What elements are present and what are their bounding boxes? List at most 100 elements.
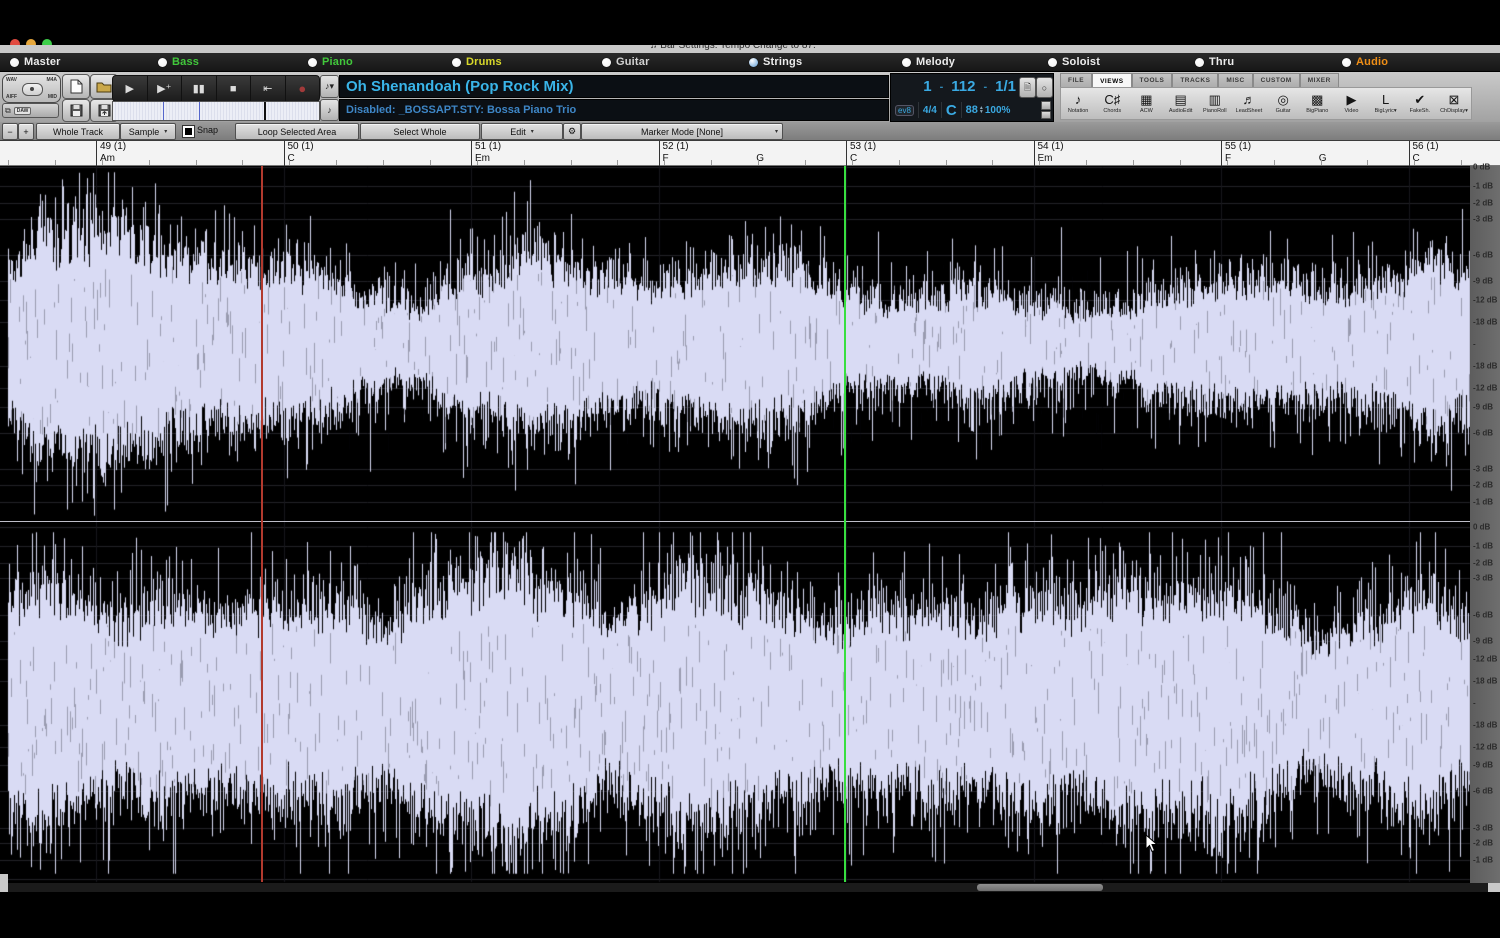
beat-tick [852, 160, 853, 165]
ruler-bar-51[interactable]: 51 (1)Em [471, 141, 660, 166]
track-selector-strings[interactable]: Strings [749, 53, 802, 71]
chorus-value[interactable]: 1/1 [995, 78, 1016, 95]
ruler-bar-52[interactable]: 52 (1)FG [659, 141, 848, 166]
play-from-button[interactable]: ▶⁺ [148, 76, 183, 101]
zoom-in-button[interactable]: + [18, 123, 34, 140]
loop-selected-area-button[interactable]: Loop Selected Area [235, 123, 359, 140]
time-signature[interactable]: 4/4 [923, 105, 937, 116]
select-whole-button[interactable]: Select Whole [360, 123, 480, 140]
track-selector-guitar[interactable]: Guitar [602, 53, 650, 71]
play-button[interactable]: ▶ [113, 76, 148, 101]
whole-track-button[interactable]: Whole Track [36, 123, 120, 140]
pause-button[interactable]: ▮▮ [182, 76, 217, 101]
db-scale-label: -2 dB [1473, 838, 1493, 847]
track-radio-icon [902, 58, 911, 67]
viewbutton-pianoroll[interactable]: ▥PianoRoll [1198, 88, 1232, 119]
waveform-editor[interactable]: 0 dB-1 dB-1 dB-2 dB-2 dB-3 dB-3 dB-6 dB-… [0, 166, 1500, 883]
track-selector-bass[interactable]: Bass [158, 53, 199, 71]
drop-target-oval[interactable] [22, 83, 43, 96]
feel-button[interactable]: ev8 [895, 105, 914, 116]
zoom-out-button[interactable]: − [2, 123, 18, 140]
track-selector-thru[interactable]: Thru [1195, 53, 1234, 71]
viewbutton-leadsheet[interactable]: ♬LeadSheet [1232, 88, 1266, 119]
viewbutton-label: Video [1344, 108, 1358, 114]
ruler-bar-54[interactable]: 54 (1)Em [1034, 141, 1223, 166]
tab-custom[interactable]: CUSTOM [1253, 73, 1300, 87]
scrub-cursor[interactable] [264, 102, 266, 120]
new-song-button[interactable] [62, 74, 90, 99]
track-label: Soloist [1062, 56, 1100, 68]
current-bar-value[interactable]: 1 [923, 78, 931, 95]
open-folder-icon [96, 80, 112, 93]
save-song-button[interactable] [62, 99, 90, 122]
audioedit-icon: ▤ [1174, 93, 1186, 107]
drag-drop-station[interactable]: WAV M4A AIFF MID [2, 74, 61, 103]
viewbutton-video[interactable]: ▶Video [1334, 88, 1368, 119]
speed-spinbox[interactable] [1041, 101, 1051, 119]
tab-mixer[interactable]: MIXER [1300, 73, 1339, 87]
stop-button[interactable]: ■ [217, 76, 252, 101]
viewbutton-fakesh[interactable]: ✔FakeSh. [1403, 88, 1437, 119]
viewbutton-bigpiano[interactable]: ▩BigPiano [1300, 88, 1334, 119]
ruler-bar-53[interactable]: 53 (1)C [846, 141, 1035, 166]
bar-number: 51 (1) [475, 141, 501, 152]
bar-ruler[interactable]: 49 (1)Am50 (1)C51 (1)Em52 (1)FG53 (1)C54… [0, 141, 1500, 166]
tab-file[interactable]: FILE [1060, 73, 1092, 87]
song-title-menu-button[interactable]: ♪▾ [320, 75, 339, 98]
track-selector-master[interactable]: Master [10, 53, 61, 71]
snap-checkbox[interactable] [182, 125, 195, 138]
record-button[interactable]: ● [286, 76, 320, 101]
ruler-bar-49[interactable]: 49 (1)Am [96, 141, 285, 166]
track-selector-audio[interactable]: Audio [1342, 53, 1388, 71]
style-name: Disabled: _BOSSAPT.STY: Bossa Piano Trio [340, 104, 576, 116]
viewbutton-biglyric[interactable]: LBigLyric▾ [1369, 88, 1403, 119]
beat-tick [1367, 160, 1368, 165]
style-menu-button[interactable]: ♪ [320, 99, 339, 121]
notepad-button[interactable]: 🗎 [1019, 77, 1036, 98]
db-scale-label: -12 dB [1473, 654, 1497, 663]
beat-tick [992, 160, 993, 165]
horizontal-scrollbar[interactable] [0, 883, 1500, 892]
scrollbar-thumb[interactable] [977, 884, 1103, 891]
tab-tracks[interactable]: TRACKS [1172, 73, 1218, 87]
viewbutton-guitar[interactable]: ◎Guitar [1266, 88, 1300, 119]
record-icon: ● [298, 81, 306, 96]
edit-menu-button[interactable]: Edit▾ [481, 123, 563, 140]
track-radio-icon [1048, 58, 1057, 67]
daw-plugin-strip[interactable]: ⧉ DAW [2, 103, 59, 118]
viewbutton-notation[interactable]: ♪Notation [1061, 88, 1095, 119]
beat-tick [8, 160, 9, 165]
viewbutton-chdisplay[interactable]: ⊠ChDisplay▾ [1437, 88, 1471, 119]
tab-tools[interactable]: TOOLS [1132, 73, 1173, 87]
viewbutton-acw[interactable]: ▦ACW [1129, 88, 1163, 119]
tempo-spinner-icon[interactable]: ▲▼ [979, 106, 984, 114]
db-scale-label: -12 dB [1473, 384, 1497, 393]
marker-mode-dropdown[interactable]: Marker Mode [None]▾ [581, 123, 783, 140]
tempo-value[interactable]: 112 [951, 78, 975, 95]
viewbutton-audioedit[interactable]: ▤AudioEdit [1164, 88, 1198, 119]
viewbutton-chords[interactable]: C♯Chords [1095, 88, 1129, 119]
track-selector-melody[interactable]: Melody [902, 53, 955, 71]
style-field[interactable]: Disabled: _BOSSAPT.STY: Bossa Piano Trio [339, 99, 889, 121]
playback-speed[interactable]: 100% [985, 105, 1011, 116]
return-to-start-button[interactable]: ⇤ [251, 76, 286, 101]
song-title-field[interactable]: Oh Shenandoah (Pop Rock Mix) [339, 75, 889, 98]
waveform-canvas[interactable] [0, 166, 1500, 883]
tab-views[interactable]: VIEWS [1092, 73, 1131, 88]
track-selector-piano[interactable]: Piano [308, 53, 353, 71]
memo-button[interactable]: ○ [1036, 77, 1053, 98]
app-window: ♫ Bar Settings: Tempo Change to 87. Mast… [0, 0, 1500, 938]
db-scale-label: -3 dB [1473, 214, 1493, 223]
beat-tick [711, 160, 712, 165]
track-selector-drums[interactable]: Drums [452, 53, 502, 71]
style-tempo[interactable]: 88 [966, 104, 978, 116]
settings-gear-button[interactable]: ⚙ [563, 123, 581, 140]
sample-button[interactable]: Sample▾ [120, 123, 176, 140]
bar-tempo-chorus-counters[interactable]: 1 - 112 - 1/1 [891, 76, 1016, 97]
ruler-bar-50[interactable]: 50 (1)C [284, 141, 473, 166]
tab-misc[interactable]: MISC [1218, 73, 1252, 87]
key-signature[interactable]: C [946, 102, 957, 119]
song-position-scrubber[interactable] [112, 101, 320, 121]
ruler-bar-55[interactable]: 55 (1)FG [1221, 141, 1410, 166]
track-selector-soloist[interactable]: Soloist [1048, 53, 1100, 71]
